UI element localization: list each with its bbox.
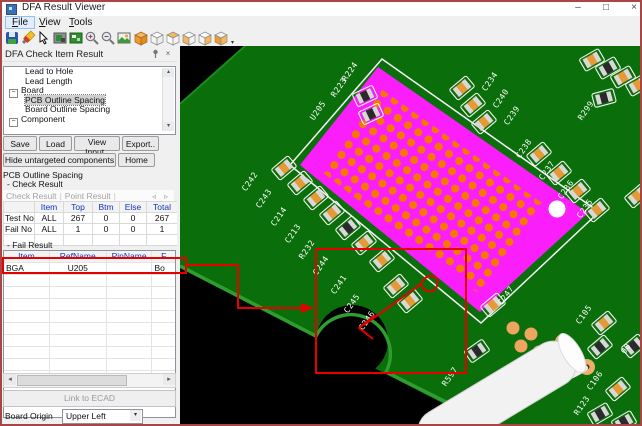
- dfa-result-viewer-window: DFA Result Viewer – □ × FileViewTools ▾ …: [0, 0, 642, 426]
- panel-close-icon[interactable]: ×: [163, 49, 173, 59]
- fail-table-empty-row: [4, 311, 175, 323]
- cube-top-icon[interactable]: [165, 30, 181, 46]
- tree-item-component[interactable]: −Component: [4, 115, 175, 125]
- fail-table-row-bga-u205[interactable]: BGA U205 Bo: [4, 263, 175, 275]
- zoom-out-icon[interactable]: [100, 30, 116, 46]
- check-item-tree: Lead to Hole Lead Length −Board PCB Outl…: [3, 66, 176, 135]
- action-button-row: Save Load View Input.. Export..: [3, 136, 174, 151]
- app-icon: [6, 4, 17, 15]
- fail-table-empty-row: [4, 299, 175, 311]
- link-to-ecad-button[interactable]: Link to ECAD: [3, 390, 176, 407]
- scroll-down-icon[interactable]: ▾: [163, 122, 174, 131]
- tree-scrollbar[interactable]: ▴ ▾: [162, 68, 174, 131]
- save-icon[interactable]: [4, 30, 20, 46]
- scroll-right-icon[interactable]: ▸: [163, 374, 175, 385]
- toolbar: ▾: [0, 30, 642, 47]
- scroll-up-icon[interactable]: ▴: [163, 68, 174, 77]
- menu-bar: FileViewTools: [0, 16, 642, 30]
- collapse-icon[interactable]: −: [9, 118, 18, 127]
- tab-check-result[interactable]: Check Result: [3, 191, 57, 201]
- chevron-down-icon: ▾: [130, 410, 141, 421]
- view-input-button[interactable]: View Input..: [74, 136, 120, 151]
- cube-right-icon[interactable]: [197, 30, 213, 46]
- fail-result-label: - Fail Result: [7, 240, 178, 250]
- cube-left-icon[interactable]: [181, 30, 197, 46]
- bga-pin1-marker: [549, 201, 566, 218]
- save-button[interactable]: Save: [3, 136, 37, 151]
- hscroll-thumb[interactable]: [17, 375, 127, 386]
- title-bar[interactable]: DFA Result Viewer – □ ×: [0, 0, 642, 17]
- menu-view[interactable]: View: [33, 16, 67, 29]
- board-origin-label: Board Origin: [5, 411, 53, 421]
- window-title: DFA Result Viewer: [22, 2, 105, 13]
- fail-table-hscrollbar[interactable]: ◂ ▸: [3, 373, 176, 388]
- tab-point-result[interactable]: Point Result: [65, 191, 111, 201]
- fail-table-header: Item RefName PinName F: [4, 251, 175, 263]
- check-table-header: Item Top Btm Else Total: [4, 202, 178, 213]
- fail-table-empty-row: [4, 359, 175, 371]
- paint-brush-icon[interactable]: [20, 30, 36, 46]
- scroll-left-icon[interactable]: ◂: [4, 374, 16, 385]
- fail-table-empty-row: [4, 287, 175, 299]
- panel-header[interactable]: DFA Check Item Result ×: [0, 46, 177, 62]
- export-button[interactable]: Export..: [122, 136, 159, 151]
- check-result-label: - Check Result: [7, 179, 178, 189]
- check-table-row-fail[interactable]: Fail NoALL1001: [4, 224, 178, 235]
- menu-file[interactable]: File: [5, 16, 35, 29]
- collapse-icon[interactable]: −: [9, 89, 18, 98]
- snapshot-icon[interactable]: [116, 30, 132, 46]
- board-green-icon[interactable]: [68, 30, 84, 46]
- close-button[interactable]: ×: [622, 0, 642, 15]
- pcb-3d-viewport[interactable]: R224R223U205C242C243C214C213R232C244C241…: [180, 46, 642, 426]
- cube-solid-icon[interactable]: [133, 30, 149, 46]
- home-button[interactable]: Home: [118, 153, 155, 167]
- board-origin-select[interactable]: Upper Left ▾: [62, 409, 143, 424]
- zoom-in-icon[interactable]: [84, 30, 100, 46]
- board-origin-row: Board Origin Upper Left ▾: [3, 409, 174, 423]
- fail-table-empty-row: [4, 323, 175, 335]
- fail-table-empty-row: [4, 347, 175, 359]
- panel-title: DFA Check Item Result: [5, 49, 103, 60]
- cube-empty-icon[interactable]: [149, 30, 165, 46]
- cube-bottom-icon[interactable]: [213, 30, 229, 46]
- menu-tools[interactable]: Tools: [63, 16, 98, 29]
- cursor-icon[interactable]: [36, 30, 52, 46]
- hide-untargeted-button[interactable]: Hide untargeted components: [3, 153, 116, 167]
- fail-table-empty-row: [4, 335, 175, 347]
- toolbar-overflow-icon[interactable]: ▾: [231, 39, 234, 46]
- load-button[interactable]: Load: [39, 136, 72, 151]
- minimize-button[interactable]: –: [566, 0, 590, 15]
- board-view-icon[interactable]: [52, 30, 68, 46]
- pin-icon[interactable]: [150, 49, 160, 59]
- view-button-row: Hide untargeted components Home: [3, 153, 174, 167]
- fail-table-empty-row: [4, 275, 175, 287]
- check-table-row-test[interactable]: Test NoALL26700267: [4, 213, 178, 224]
- dfa-check-item-result-panel: DFA Check Item Result × Lead to Hole Lea…: [0, 46, 177, 426]
- maximize-button[interactable]: □: [594, 0, 618, 15]
